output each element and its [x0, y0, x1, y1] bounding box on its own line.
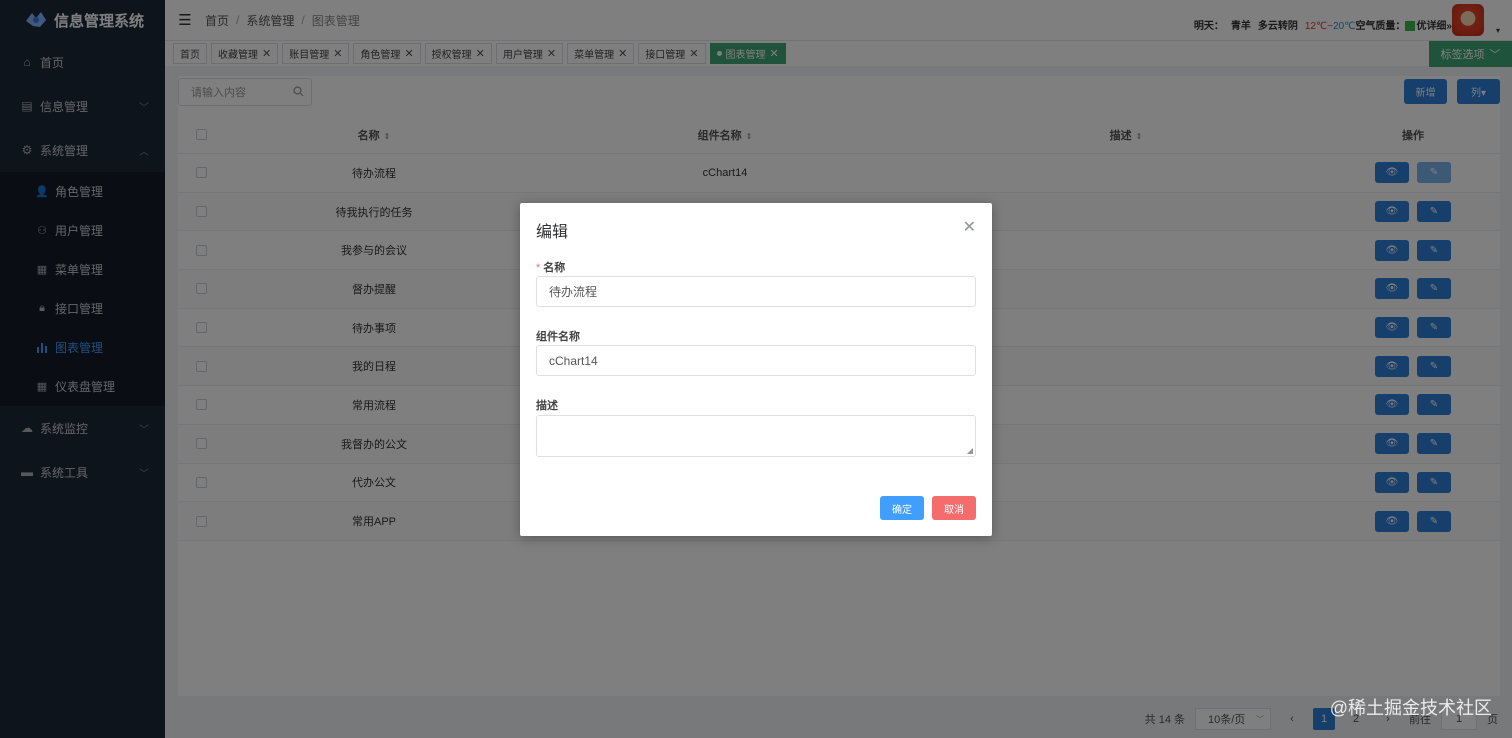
edit-dialog: 编辑 ✕ * 名称 待办流程 组件名称 cChart14 描述 ◢ 确定 取消: [520, 203, 992, 536]
component-field[interactable]: cChart14: [536, 345, 976, 376]
close-icon[interactable]: ✕: [963, 217, 976, 237]
confirm-button[interactable]: 确定: [880, 496, 924, 520]
component-field-label: 组件名称: [536, 331, 580, 343]
resize-handle-icon[interactable]: ◢: [967, 446, 973, 455]
name-field-label: * 名称: [536, 259, 565, 275]
desc-field-label: 描述: [536, 400, 558, 412]
desc-field[interactable]: ◢: [536, 415, 976, 457]
name-field[interactable]: 待办流程: [536, 276, 976, 307]
dialog-title: 编辑: [536, 224, 569, 241]
cancel-button[interactable]: 取消: [932, 496, 976, 520]
required-marker: *: [536, 262, 541, 274]
field-label-text: 名称: [543, 262, 566, 274]
watermark: @稀土掘金技术社区: [1329, 698, 1492, 718]
